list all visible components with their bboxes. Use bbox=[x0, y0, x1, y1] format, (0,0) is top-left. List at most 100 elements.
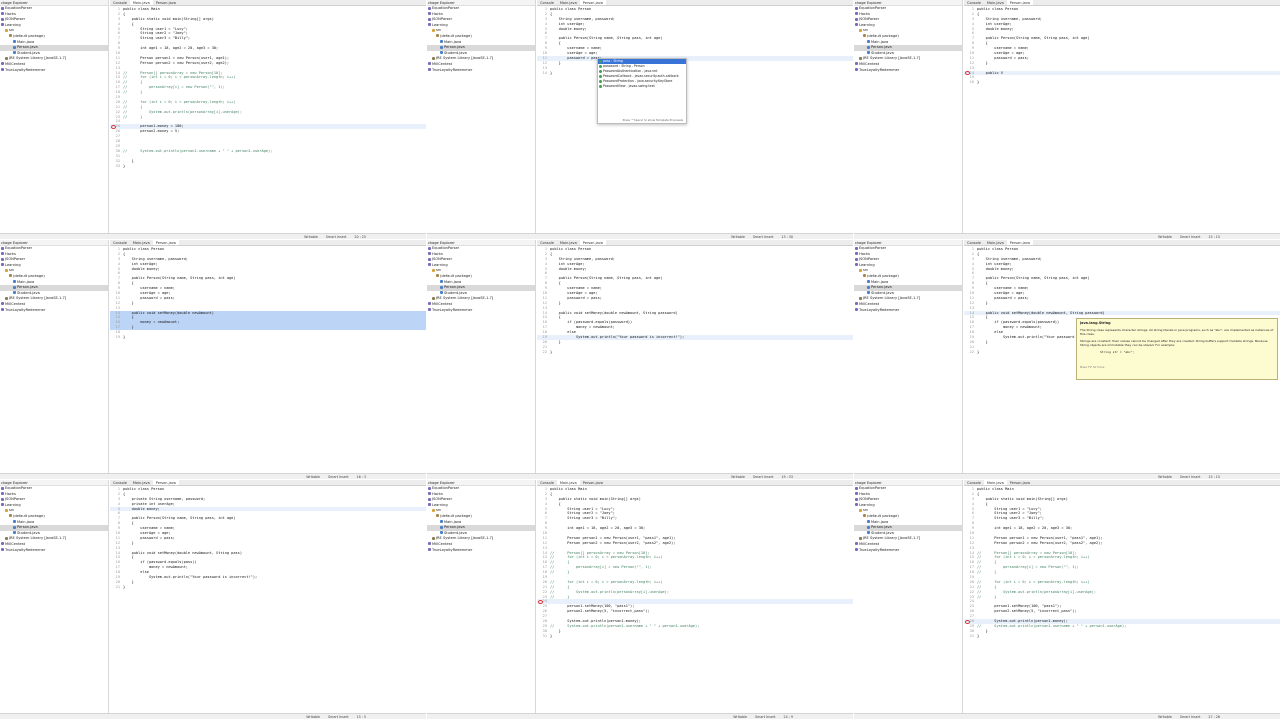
tab-console[interactable]: Console bbox=[110, 0, 130, 5]
tree-item[interactable]: TrueLoyaltyRedemmer bbox=[427, 548, 535, 554]
tab-console[interactable]: Console bbox=[110, 240, 130, 245]
code-text: money = newAmount; bbox=[977, 325, 1042, 330]
code-editor[interactable]: Console Main.java Person.java 1 public class… bbox=[110, 0, 426, 233]
package-icon bbox=[9, 274, 12, 278]
tab-person-java[interactable]: Person.java bbox=[1007, 480, 1033, 485]
tree-item[interactable]: TrueLoyaltyRedemmer bbox=[854, 308, 962, 314]
error-marker-icon bbox=[965, 619, 970, 624]
code-editor[interactable]: Console Main.java Person.java 1 public class… bbox=[964, 0, 1280, 233]
code-text: { bbox=[123, 521, 134, 526]
folder-icon bbox=[5, 268, 8, 272]
code-editor[interactable]: Console Main.java Person.java 1 public class… bbox=[537, 0, 853, 233]
library-icon bbox=[5, 296, 8, 300]
tab-person-java[interactable]: Person.java bbox=[579, 0, 606, 5]
tab-main-java[interactable]: Main.java bbox=[557, 240, 580, 245]
tree-item-label: Hacks bbox=[859, 251, 870, 256]
code-text: Person person2 = new Person(user2, age2)… bbox=[123, 60, 230, 65]
tab-main-java[interactable]: Main.java bbox=[984, 240, 1007, 245]
tab-person-java[interactable]: Person.java bbox=[580, 480, 606, 485]
code-text: Person person1 = new Person(user1, "pass… bbox=[550, 535, 676, 540]
tree-item-label: TrueLoyaltyRedemmer bbox=[5, 547, 46, 552]
code-text: // System.out.println(personArray[i].use… bbox=[123, 109, 242, 114]
tab-main-java[interactable]: Main.java bbox=[984, 0, 1007, 5]
tab-person-java[interactable]: Person.java bbox=[152, 240, 179, 245]
tree-item-label: (default package) bbox=[867, 33, 899, 38]
tree-item[interactable]: TrueLoyaltyRedemmer bbox=[854, 68, 962, 74]
tab-console[interactable]: Console bbox=[964, 480, 984, 485]
tab-main-java[interactable]: Main.java bbox=[130, 480, 153, 485]
tab-console[interactable]: Console bbox=[964, 240, 984, 245]
tab-console[interactable]: Console bbox=[964, 0, 984, 5]
tab-main-java[interactable]: Main.java bbox=[983, 480, 1007, 485]
tab-console[interactable]: Console bbox=[110, 480, 130, 485]
code-area[interactable]: 1 public class Main 2{3 public static void… bbox=[110, 7, 426, 233]
code-text: // for (int i = 0; i < personArray.lengt… bbox=[977, 555, 1090, 560]
code-text: public class Person bbox=[977, 247, 1019, 251]
code-text: else bbox=[550, 330, 576, 335]
code-area[interactable]: 1 public class Person 2{3 String username,… bbox=[110, 247, 426, 473]
tutorial-frame-grid: ckage Explorer EquationParser Hacks JSONPar… bbox=[0, 0, 1280, 719]
tab-console[interactable]: Console bbox=[537, 240, 557, 245]
tab-main-java[interactable]: Main.java bbox=[556, 480, 580, 485]
tab-person-java[interactable]: Person.java bbox=[579, 240, 606, 245]
status-item: 24 : 9 bbox=[783, 715, 794, 719]
code-area[interactable]: 1 public class Person 2{3 String username,… bbox=[537, 7, 853, 233]
tab-main-java[interactable]: Main.java bbox=[130, 240, 153, 245]
editor-tabs: Console Main.java Person.java bbox=[964, 0, 1280, 6]
tree-item[interactable]: TrueLoyaltyRedemmer bbox=[0, 68, 108, 74]
code-text: // Person[] personArray = new Person[10]… bbox=[550, 550, 650, 555]
tab-person-java[interactable]: Person.java bbox=[152, 480, 179, 485]
tree-item[interactable]: TrueLoyaltyRedemmer bbox=[0, 548, 108, 554]
project-icon bbox=[428, 23, 431, 27]
tree-item[interactable]: TrueLoyaltyRedemmer bbox=[854, 548, 962, 554]
tab-console[interactable]: Console bbox=[537, 480, 557, 485]
code-line: 16} bbox=[964, 80, 1280, 85]
project-icon bbox=[428, 6, 431, 10]
java-file-icon bbox=[867, 285, 870, 289]
code-text: { bbox=[123, 315, 134, 320]
code-text: } bbox=[550, 349, 553, 354]
code-editor[interactable]: Console Main.java Person.java 1 public class… bbox=[110, 480, 426, 713]
content-assist-item[interactable]: PasswordView - javax.swing.text bbox=[598, 84, 686, 89]
status-item: Writable bbox=[1158, 475, 1172, 479]
code-area[interactable]: 1 public class Main 2{3 public static void… bbox=[964, 487, 1280, 713]
code-text: username = name; bbox=[977, 46, 1029, 51]
code-area[interactable]: 1 public class Person 2{3 private String u… bbox=[110, 487, 426, 713]
code-area[interactable]: 1 public class Person 2{3 String username,… bbox=[964, 7, 1280, 233]
tree-item-label: JRE System Library [JavaSE-1.7] bbox=[863, 296, 921, 301]
tab-console[interactable]: Console bbox=[537, 0, 557, 5]
tab-person-java[interactable]: Person.java bbox=[153, 0, 179, 5]
status-item: Smart Insert bbox=[755, 715, 776, 719]
java-file-icon bbox=[867, 291, 870, 295]
code-editor[interactable]: Console Main.java Person.java 1 public class… bbox=[110, 240, 426, 473]
code-text: } bbox=[123, 579, 134, 584]
code-text: } bbox=[123, 158, 134, 163]
code-text: person2.money = 5; bbox=[123, 129, 180, 134]
code-area[interactable]: 1 public class Main 2{3 public static void… bbox=[537, 487, 853, 713]
code-editor[interactable]: Console Main.java Person.java 1 public class… bbox=[964, 240, 1280, 473]
tree-item-label: Main.java bbox=[17, 279, 35, 284]
tree-item[interactable]: TrueLoyaltyRedemmer bbox=[427, 308, 535, 314]
tree-item[interactable]: TrueLoyaltyRedemmer bbox=[0, 308, 108, 314]
project-icon bbox=[428, 257, 431, 261]
code-editor[interactable]: Console Main.java Person.java 1 public class… bbox=[964, 480, 1280, 713]
tree-item-label: (default package) bbox=[13, 513, 45, 518]
project-icon bbox=[428, 497, 431, 501]
tree-item[interactable]: TrueLoyaltyRedemmer bbox=[427, 68, 535, 74]
code-text: username = name; bbox=[550, 46, 602, 51]
tree-item-label: Student.java bbox=[871, 290, 894, 295]
tab-main-java[interactable]: Main.java bbox=[557, 0, 580, 5]
tab-main-java[interactable]: Main.java bbox=[129, 0, 153, 5]
code-area[interactable]: 1 public class Person 2{3 String username,… bbox=[537, 247, 853, 473]
tab-person-java[interactable]: Person.java bbox=[1006, 0, 1033, 5]
java-file-icon bbox=[13, 520, 16, 524]
code-editor[interactable]: Console Main.java Person.java 1 public class… bbox=[537, 480, 853, 713]
code-text: } bbox=[550, 70, 553, 75]
line-number: 31 bbox=[969, 633, 974, 638]
code-editor[interactable]: Console Main.java Person.java 1 public class… bbox=[537, 240, 853, 473]
content-assist-popup[interactable]: pass : String password : String - Person P… bbox=[597, 58, 687, 124]
project-icon bbox=[428, 503, 431, 507]
status-item: Writable bbox=[733, 715, 748, 719]
tab-person-java[interactable]: Person.java bbox=[1006, 240, 1033, 245]
editor-tabs: Console Main.java Person.java bbox=[110, 480, 426, 486]
